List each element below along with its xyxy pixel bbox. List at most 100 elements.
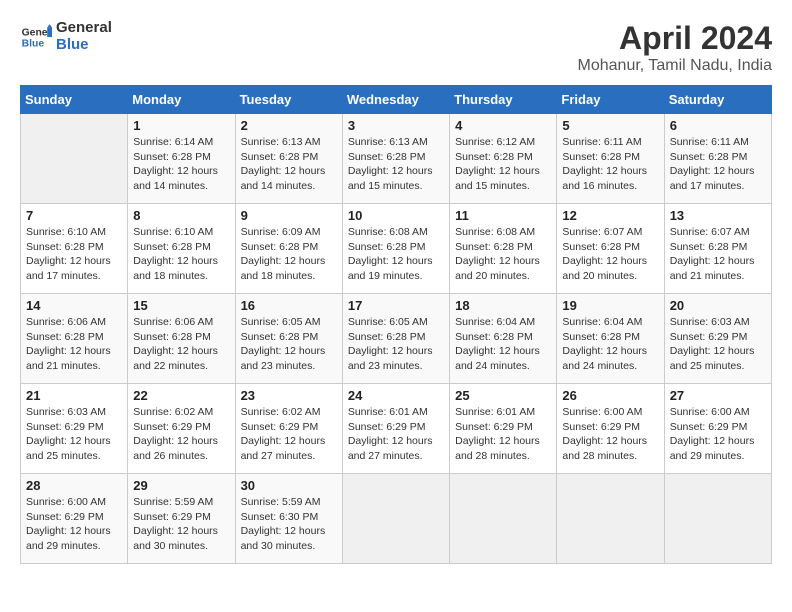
col-header-tuesday: Tuesday <box>235 86 342 114</box>
table-cell <box>557 474 664 564</box>
svg-text:Blue: Blue <box>22 38 45 49</box>
table-cell: 28 Sunrise: 6:00 AM Sunset: 6:29 PM Dayli… <box>21 474 128 564</box>
calendar-row-2: 14 Sunrise: 6:06 AM Sunset: 6:28 PM Dayli… <box>21 294 772 384</box>
table-cell: 20Sunrise: 6:03 AM Sunset: 6:29 PM Dayli… <box>664 294 771 384</box>
table-cell: 23Sunrise: 6:02 AM Sunset: 6:29 PM Dayli… <box>235 384 342 474</box>
col-header-wednesday: Wednesday <box>342 86 449 114</box>
day-number: 22 <box>133 388 229 403</box>
day-number: 2 <box>241 118 337 133</box>
day-info: Sunrise: 6:07 AM Sunset: 6:28 PM Dayligh… <box>670 225 766 284</box>
day-info: Sunrise: 6:09 AM Sunset: 6:28 PM Dayligh… <box>241 225 337 284</box>
day-info: Sunrise: 6:13 AM Sunset: 6:28 PM Dayligh… <box>348 135 444 194</box>
day-number: 7 <box>26 208 122 223</box>
day-number: 10 <box>348 208 444 223</box>
table-cell: 25 Sunrise: 6:01 AM Sunset: 6:29 PM Dayli… <box>450 384 557 474</box>
table-cell: 16 Sunrise: 6:05 AM Sunset: 6:28 PM Dayli… <box>235 294 342 384</box>
day-info: Sunrise: 6:10 AM Sunset: 6:28 PM Dayligh… <box>133 225 229 284</box>
table-cell: 11Sunrise: 6:08 AM Sunset: 6:28 PM Dayli… <box>450 204 557 294</box>
day-info: Sunrise: 6:11 AM Sunset: 6:28 PM Dayligh… <box>562 135 658 194</box>
calendar-row-4: 28 Sunrise: 6:00 AM Sunset: 6:29 PM Dayli… <box>21 474 772 564</box>
table-cell: 5Sunrise: 6:11 AM Sunset: 6:28 PM Daylig… <box>557 114 664 204</box>
page-header: General Blue General Blue April 2024 Moh… <box>20 20 772 75</box>
logo-blue: Blue <box>56 37 112 54</box>
day-info: Sunrise: 6:04 AM Sunset: 6:28 PM Dayligh… <box>455 315 551 374</box>
table-cell: 21 Sunrise: 6:03 AM Sunset: 6:29 PM Dayli… <box>21 384 128 474</box>
calendar-row-3: 21 Sunrise: 6:03 AM Sunset: 6:29 PM Dayli… <box>21 384 772 474</box>
day-info: Sunrise: 6:03 AM Sunset: 6:29 PM Dayligh… <box>26 405 122 464</box>
table-cell <box>342 474 449 564</box>
day-info: Sunrise: 6:07 AM Sunset: 6:28 PM Dayligh… <box>562 225 658 284</box>
calendar-row-1: 7 Sunrise: 6:10 AM Sunset: 6:28 PM Daylig… <box>21 204 772 294</box>
table-cell: 19 Sunrise: 6:04 AM Sunset: 6:28 PM Dayli… <box>557 294 664 384</box>
day-info: Sunrise: 6:00 AM Sunset: 6:29 PM Dayligh… <box>670 405 766 464</box>
day-info: Sunrise: 5:59 AM Sunset: 6:30 PM Dayligh… <box>241 495 337 554</box>
col-header-thursday: Thursday <box>450 86 557 114</box>
day-number: 26 <box>562 388 658 403</box>
day-info: Sunrise: 6:08 AM Sunset: 6:28 PM Dayligh… <box>348 225 444 284</box>
table-cell: 13 Sunrise: 6:07 AM Sunset: 6:28 PM Dayli… <box>664 204 771 294</box>
table-cell: 4 Sunrise: 6:12 AM Sunset: 6:28 PM Daylig… <box>450 114 557 204</box>
col-header-monday: Monday <box>128 86 235 114</box>
table-cell: 27 Sunrise: 6:00 AM Sunset: 6:29 PM Dayli… <box>664 384 771 474</box>
day-info: Sunrise: 6:04 AM Sunset: 6:28 PM Dayligh… <box>562 315 658 374</box>
day-number: 19 <box>562 298 658 313</box>
day-info: Sunrise: 6:13 AM Sunset: 6:28 PM Dayligh… <box>241 135 337 194</box>
day-number: 12 <box>562 208 658 223</box>
day-info: Sunrise: 6:12 AM Sunset: 6:28 PM Dayligh… <box>455 135 551 194</box>
calendar-table: SundayMondayTuesdayWednesdayThursdayFrid… <box>20 85 772 564</box>
table-cell: 7 Sunrise: 6:10 AM Sunset: 6:28 PM Daylig… <box>21 204 128 294</box>
day-number: 3 <box>348 118 444 133</box>
day-info: Sunrise: 6:06 AM Sunset: 6:28 PM Dayligh… <box>133 315 229 374</box>
day-number: 17 <box>348 298 444 313</box>
table-cell <box>450 474 557 564</box>
col-header-friday: Friday <box>557 86 664 114</box>
day-info: Sunrise: 6:01 AM Sunset: 6:29 PM Dayligh… <box>455 405 551 464</box>
day-info: Sunrise: 6:00 AM Sunset: 6:29 PM Dayligh… <box>562 405 658 464</box>
day-info: Sunrise: 6:14 AM Sunset: 6:28 PM Dayligh… <box>133 135 229 194</box>
table-cell: 3 Sunrise: 6:13 AM Sunset: 6:28 PM Daylig… <box>342 114 449 204</box>
day-number: 29 <box>133 478 229 493</box>
day-info: Sunrise: 6:02 AM Sunset: 6:29 PM Dayligh… <box>133 405 229 464</box>
header-row: SundayMondayTuesdayWednesdayThursdayFrid… <box>21 86 772 114</box>
table-cell: 8 Sunrise: 6:10 AM Sunset: 6:28 PM Daylig… <box>128 204 235 294</box>
day-number: 13 <box>670 208 766 223</box>
table-cell: 10 Sunrise: 6:08 AM Sunset: 6:28 PM Dayli… <box>342 204 449 294</box>
table-cell: 6Sunrise: 6:11 AM Sunset: 6:28 PM Daylig… <box>664 114 771 204</box>
day-number: 27 <box>670 388 766 403</box>
table-cell: 14Sunrise: 6:06 AM Sunset: 6:28 PM Dayli… <box>21 294 128 384</box>
day-number: 16 <box>241 298 337 313</box>
day-number: 28 <box>26 478 122 493</box>
title-block: April 2024 Mohanur, Tamil Nadu, India <box>578 20 772 75</box>
logo-icon: General Blue <box>20 21 52 53</box>
table-cell: 17 Sunrise: 6:05 AM Sunset: 6:28 PM Dayli… <box>342 294 449 384</box>
day-number: 25 <box>455 388 551 403</box>
day-number: 8 <box>133 208 229 223</box>
day-info: Sunrise: 6:03 AM Sunset: 6:29 PM Dayligh… <box>670 315 766 374</box>
day-info: Sunrise: 6:01 AM Sunset: 6:29 PM Dayligh… <box>348 405 444 464</box>
day-number: 11 <box>455 208 551 223</box>
table-cell: 18 Sunrise: 6:04 AM Sunset: 6:28 PM Dayli… <box>450 294 557 384</box>
table-cell <box>664 474 771 564</box>
day-info: Sunrise: 6:05 AM Sunset: 6:28 PM Dayligh… <box>241 315 337 374</box>
table-cell: 22 Sunrise: 6:02 AM Sunset: 6:29 PM Dayli… <box>128 384 235 474</box>
table-cell: 26 Sunrise: 6:00 AM Sunset: 6:29 PM Dayli… <box>557 384 664 474</box>
day-number: 21 <box>26 388 122 403</box>
day-info: Sunrise: 6:05 AM Sunset: 6:28 PM Dayligh… <box>348 315 444 374</box>
day-info: Sunrise: 6:00 AM Sunset: 6:29 PM Dayligh… <box>26 495 122 554</box>
table-cell: 1Sunrise: 6:14 AM Sunset: 6:28 PM Daylig… <box>128 114 235 204</box>
calendar-row-0: 1Sunrise: 6:14 AM Sunset: 6:28 PM Daylig… <box>21 114 772 204</box>
day-info: Sunrise: 6:10 AM Sunset: 6:28 PM Dayligh… <box>26 225 122 284</box>
day-number: 4 <box>455 118 551 133</box>
table-cell: 9Sunrise: 6:09 AM Sunset: 6:28 PM Daylig… <box>235 204 342 294</box>
table-cell <box>21 114 128 204</box>
day-number: 18 <box>455 298 551 313</box>
day-info: Sunrise: 5:59 AM Sunset: 6:29 PM Dayligh… <box>133 495 229 554</box>
col-header-saturday: Saturday <box>664 86 771 114</box>
table-cell: 12 Sunrise: 6:07 AM Sunset: 6:28 PM Dayli… <box>557 204 664 294</box>
logo: General Blue General Blue <box>20 20 112 53</box>
logo-general: General <box>56 20 112 37</box>
day-number: 14 <box>26 298 122 313</box>
calendar-subtitle: Mohanur, Tamil Nadu, India <box>578 57 772 75</box>
day-number: 23 <box>241 388 337 403</box>
day-number: 6 <box>670 118 766 133</box>
